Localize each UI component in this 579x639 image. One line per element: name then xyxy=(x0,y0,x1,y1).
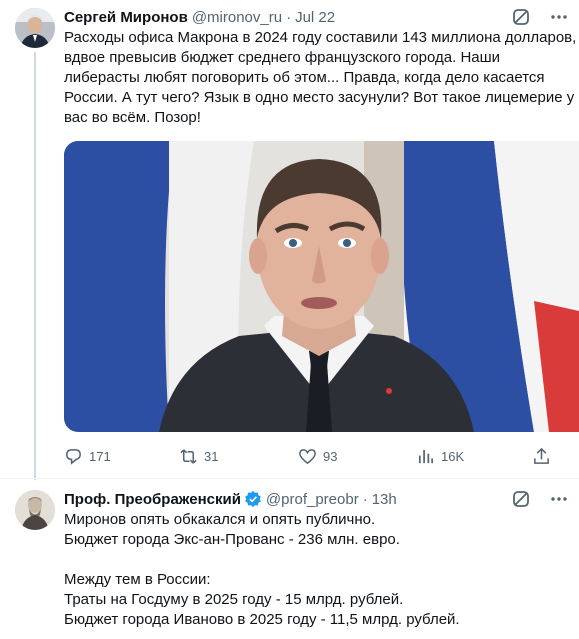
grok-slash-icon[interactable] xyxy=(511,489,531,509)
views-button[interactable]: 16K xyxy=(416,447,464,466)
tweet-timestamp[interactable]: Jul 22 xyxy=(295,9,335,26)
tweet-text-line xyxy=(64,550,569,570)
more-options-icon[interactable] xyxy=(549,489,569,509)
tweet-text: Миронов опять обкакался и опять публично… xyxy=(64,510,569,630)
tweet-text: Расходы офиса Макрона в 2024 году состав… xyxy=(64,28,577,128)
avatar[interactable] xyxy=(15,490,55,530)
tweet-text-line: Между тем в России: xyxy=(64,571,211,588)
tweet-text-line: либерасты любят поговорить об этом... Пр… xyxy=(64,69,545,86)
author-handle[interactable]: @mironov_ru xyxy=(192,9,282,26)
tweet-text-line: Бюджет города Иваново в 2025 году - 11,5… xyxy=(64,611,460,628)
like-count: 93 xyxy=(323,448,338,464)
views-bar-chart-icon xyxy=(416,447,435,466)
reply-count: 171 xyxy=(89,448,111,464)
like-button[interactable]: 93 xyxy=(298,447,337,466)
share-button[interactable] xyxy=(532,447,551,466)
tweet-text-line: Миронов опять обкакался и опять публично… xyxy=(64,511,376,528)
separator-dot: · xyxy=(362,490,368,508)
tweet-photo[interactable] xyxy=(64,141,579,432)
tweet-timestamp[interactable]: 13h xyxy=(372,491,397,508)
more-options-icon[interactable] xyxy=(549,7,569,27)
heart-icon xyxy=(298,447,317,466)
tweet-text-line: Бюджет города Экс-ан-Прованс - 236 млн. … xyxy=(64,531,400,548)
grok-slash-icon[interactable] xyxy=(511,7,531,27)
tweet-header: Проф. Преображенский @prof_preobr · 13h xyxy=(64,489,569,509)
tweet-text-line: Траты на Госдуму в 2025 году - 15 млрд. … xyxy=(64,591,404,608)
tweet-text-line: вас во всём. Позор! xyxy=(64,109,201,126)
tweet-actions-bar: 171 31 93 16K xyxy=(64,446,561,466)
repost-count: 31 xyxy=(204,448,219,464)
tweet-text-line: России. А тут чего? Язык в одно место за… xyxy=(64,89,575,106)
author-handle[interactable]: @prof_preobr xyxy=(266,491,359,508)
reply-icon xyxy=(64,447,83,466)
tweet-text-line: Расходы офиса Макрона в 2024 году состав… xyxy=(64,29,577,46)
repost-button[interactable]: 31 xyxy=(179,447,218,466)
reply-button[interactable]: 171 xyxy=(64,447,111,466)
share-icon xyxy=(532,447,551,466)
separator-dot: · xyxy=(286,8,292,26)
author-name[interactable]: Сергей Миронов xyxy=(64,9,188,26)
tweet-text-line: вдвое превысив бюджет среднего французск… xyxy=(64,49,501,66)
tweet-mironov[interactable]: Сергей Миронов @mironov_ru · Jul 22 Расх… xyxy=(0,0,579,478)
views-count: 16K xyxy=(441,448,465,464)
repost-icon xyxy=(179,447,198,466)
avatar[interactable] xyxy=(15,8,55,48)
tweet-header: Сергей Миронов @mironov_ru · Jul 22 xyxy=(64,7,569,27)
verified-badge-icon xyxy=(244,490,262,508)
author-name[interactable]: Проф. Преображенский xyxy=(64,491,241,508)
